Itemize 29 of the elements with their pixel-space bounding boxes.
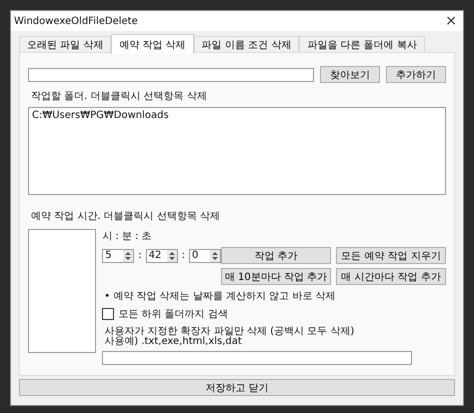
subfolder-label: 모든 하위 폴더까지 검색 bbox=[118, 308, 228, 321]
extension-example: 사용예) .txt,exe,html,xls,dat bbox=[104, 337, 243, 347]
tab[interactable]: 오래된 파일 삭제 bbox=[19, 36, 112, 53]
window-title: WindowexeOldFileDelete bbox=[14, 16, 138, 26]
folder-list-label: 작업할 폴더. 더블클릭시 선택항목 삭제 bbox=[31, 90, 208, 103]
time-separator: : bbox=[138, 250, 142, 261]
subfolder-checkbox[interactable] bbox=[102, 308, 114, 320]
tab[interactable]: 예약 작업 삭제 bbox=[111, 34, 194, 54]
number-spinner[interactable]: 42 bbox=[146, 248, 178, 262]
add-button[interactable]: 추가하기 bbox=[386, 66, 446, 83]
time-separator: : bbox=[182, 250, 185, 261]
note-text: • 예약 작업 삭제는 날짜를 계산하지 않고 바로 삭제 bbox=[104, 290, 337, 303]
tab[interactable]: 파일 이름 조건 삭제 bbox=[194, 36, 300, 53]
extension-field[interactable] bbox=[102, 351, 412, 365]
folder-path-field[interactable] bbox=[28, 68, 314, 82]
extension-label: 사용자가 지정한 확장자 파일만 삭제 (공백시 모두 삭제) bbox=[104, 327, 356, 337]
browse-button[interactable]: 찾아보기 bbox=[320, 66, 380, 83]
add-every-10-min-button[interactable]: 매 10분마다 작업 추가 bbox=[221, 268, 331, 285]
folder-list-item[interactable]: C:₩Users₩PG₩Downloads bbox=[32, 110, 442, 121]
time-format-label: 시 : 분 : 초 bbox=[102, 230, 153, 243]
clear-tasks-button[interactable]: 모든 예약 작업 지우기 bbox=[336, 247, 446, 264]
save-close-button[interactable]: 저장하고 닫기 bbox=[19, 379, 455, 396]
number-spinner[interactable]: 0 bbox=[189, 248, 221, 262]
number-spinner[interactable]: 5 bbox=[102, 248, 134, 262]
tab[interactable]: 파일을 다른 폴더에 복사 bbox=[299, 36, 425, 53]
close-button[interactable]: × bbox=[445, 13, 457, 29]
schedule-label: 예약 작업 시간. 더블클릭시 선택항목 삭제 bbox=[31, 210, 222, 223]
add-hourly-button[interactable]: 매 시간마다 작업 추가 bbox=[336, 268, 446, 285]
add-task-button[interactable]: 작업 추가 bbox=[221, 247, 331, 264]
